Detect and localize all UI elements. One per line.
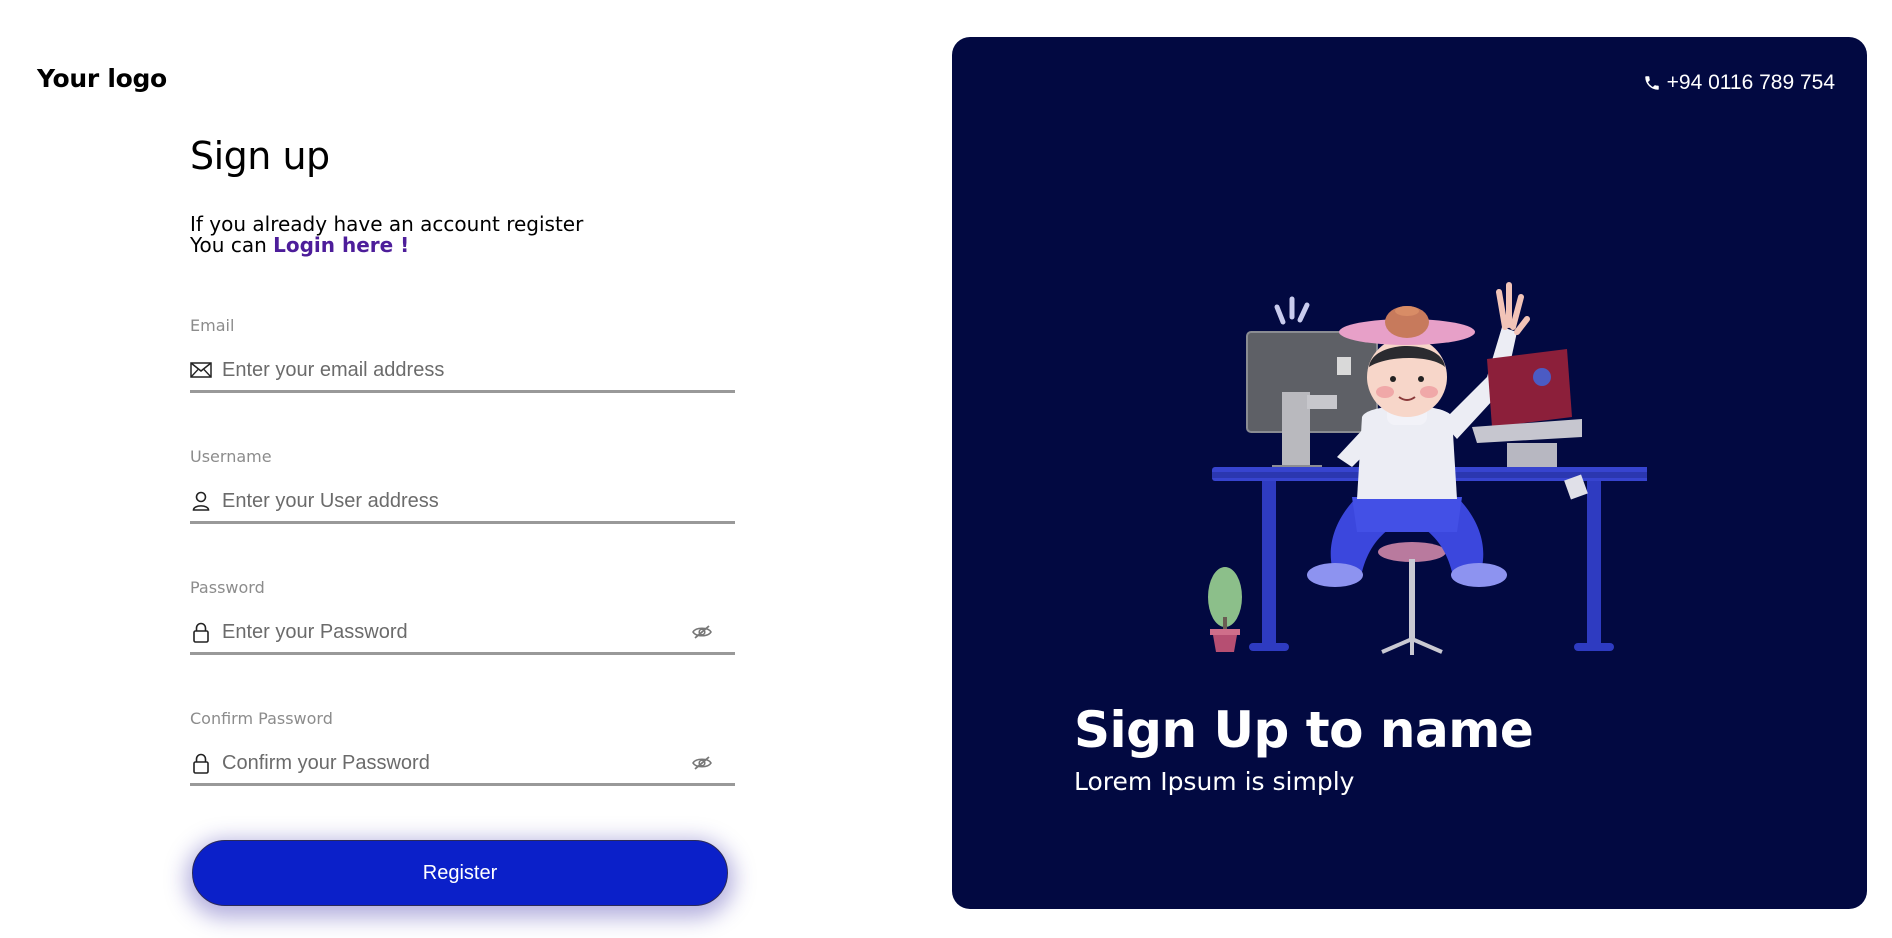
username-label: Username (190, 447, 272, 466)
login-link[interactable]: Login here ! (273, 233, 409, 257)
password-field-group: Password (190, 578, 735, 709)
email-field-row (190, 350, 735, 393)
phone-icon (1643, 74, 1661, 92)
stool-icon (1378, 542, 1446, 655)
promo-panel: +94 0116 789 754 Sign Up to name Lorem I… (952, 37, 1867, 909)
user-icon (190, 490, 212, 512)
plant-icon (1208, 567, 1242, 652)
signup-form: Sign up If you already have an account r… (190, 128, 735, 840)
username-field-group: Username (190, 447, 735, 578)
register-button[interactable]: Register (192, 840, 728, 906)
subtitle: If you already have an account register … (190, 214, 735, 256)
subtitle-line-1: If you already have an account register (190, 212, 584, 236)
eye-off-icon[interactable] (691, 752, 713, 774)
lock-icon (190, 752, 212, 774)
password-input[interactable] (222, 613, 691, 651)
phone-contact[interactable]: +94 0116 789 754 (1643, 71, 1835, 95)
lock-icon (190, 621, 212, 643)
username-field-row (190, 481, 735, 524)
person-at-desk-illustration (1208, 282, 1647, 655)
logo: Your logo (37, 64, 167, 93)
email-label: Email (190, 316, 235, 335)
panel-headline: Sign Up to name (1074, 701, 1534, 759)
page-title: Sign up (190, 134, 330, 178)
mail-icon (190, 359, 212, 381)
eye-off-icon[interactable] (691, 621, 713, 643)
signup-page: Your logo Sign up If you already have an… (0, 0, 1892, 938)
email-input[interactable] (222, 351, 735, 389)
confirm-password-label: Confirm Password (190, 709, 333, 728)
subtitle-prefix: You can (190, 233, 267, 257)
password-label: Password (190, 578, 265, 597)
confirm-password-input[interactable] (222, 744, 691, 782)
confirm-password-field-group: Confirm Password (190, 709, 735, 840)
spark-lines-icon (1274, 296, 1310, 325)
laptop-icon (1472, 349, 1582, 467)
form-fields: Email Username (190, 316, 735, 840)
username-input[interactable] (222, 482, 735, 520)
email-field-group: Email (190, 316, 735, 447)
confirm-password-field-row (190, 743, 735, 786)
panel-tagline: Lorem Ipsum is simply (1074, 767, 1355, 796)
subtitle-line-2: You can Login here ! (190, 235, 735, 256)
password-field-row (190, 612, 735, 655)
phone-number: +94 0116 789 754 (1666, 71, 1835, 94)
